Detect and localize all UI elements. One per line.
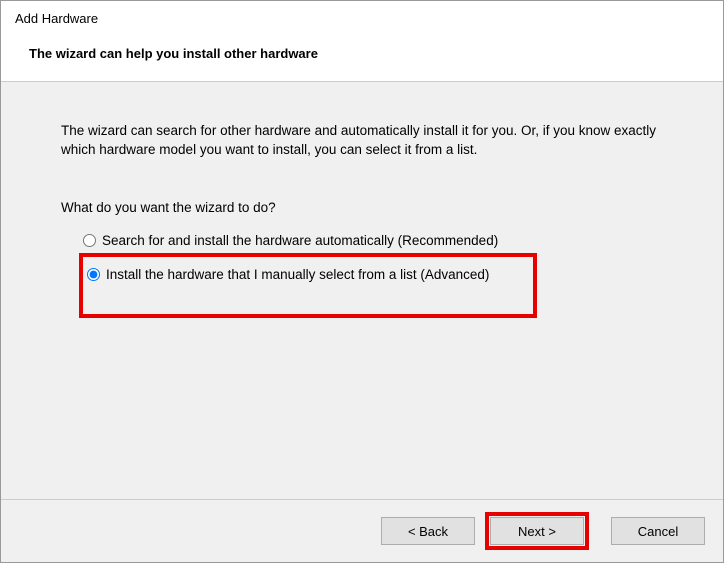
- back-button[interactable]: < Back: [381, 517, 475, 545]
- wizard-content: The wizard can search for other hardware…: [1, 81, 723, 500]
- wizard-footer: < Back Next > Cancel: [1, 500, 723, 562]
- radio-auto[interactable]: [83, 234, 96, 247]
- radio-manual[interactable]: [87, 268, 100, 281]
- option-auto[interactable]: Search for and install the hardware auto…: [79, 229, 663, 252]
- next-button-highlight: Next >: [485, 512, 589, 550]
- wizard-description: The wizard can search for other hardware…: [61, 122, 663, 160]
- wizard-question: What do you want the wizard to do?: [61, 200, 663, 215]
- add-hardware-wizard: Add Hardware The wizard can help you ins…: [0, 0, 724, 563]
- option-manual[interactable]: Install the hardware that I manually sel…: [79, 253, 537, 318]
- next-button[interactable]: Next >: [490, 517, 584, 545]
- option-auto-label[interactable]: Search for and install the hardware auto…: [102, 233, 498, 248]
- window-title: Add Hardware: [15, 11, 709, 26]
- wizard-options: Search for and install the hardware auto…: [61, 229, 663, 318]
- wizard-subtitle: The wizard can help you install other ha…: [15, 46, 709, 61]
- option-manual-label[interactable]: Install the hardware that I manually sel…: [106, 267, 489, 282]
- cancel-button[interactable]: Cancel: [611, 517, 705, 545]
- wizard-header: Add Hardware The wizard can help you ins…: [1, 1, 723, 81]
